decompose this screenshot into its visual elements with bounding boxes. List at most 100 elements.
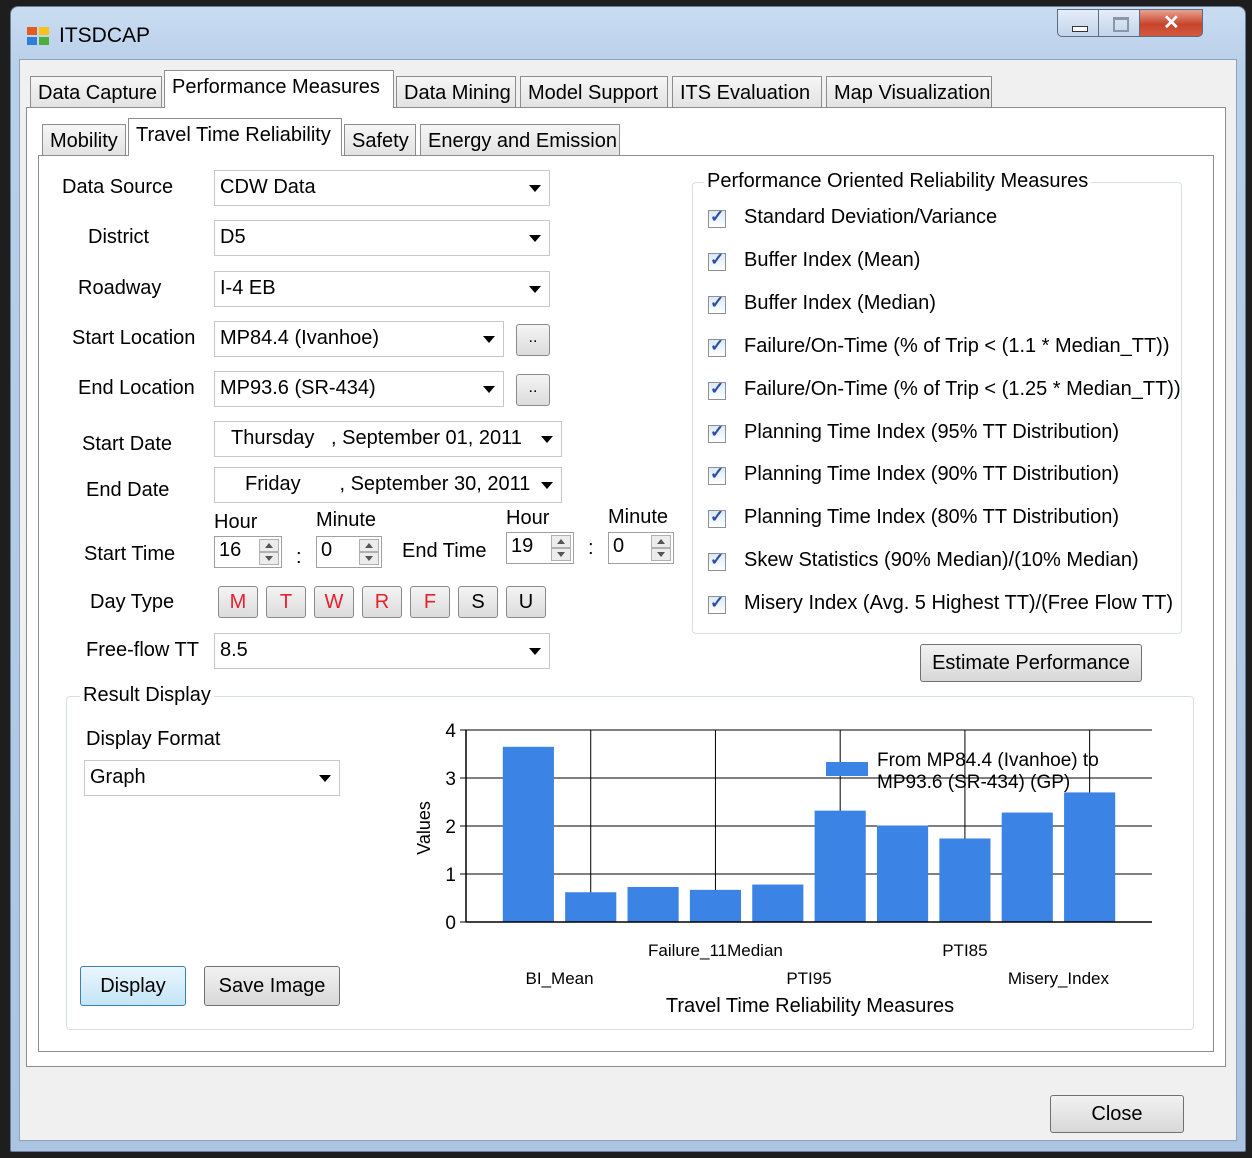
- data-source-select[interactable]: CDW Data: [214, 170, 550, 206]
- chart-bar: [1064, 792, 1116, 922]
- measure-label: Skew Statistics (90% Median)/(10% Median…: [744, 549, 1139, 571]
- roadway-select[interactable]: I-4 EB: [214, 271, 550, 307]
- day-thursday-button[interactable]: R: [362, 586, 402, 618]
- tab-performance-measures[interactable]: Performance Measures: [164, 70, 394, 108]
- close-window-button[interactable]: ✕: [1139, 9, 1203, 37]
- measure-label: Buffer Index (Mean): [744, 249, 921, 271]
- chevron-down-icon: [529, 286, 541, 293]
- day-sunday-button[interactable]: U: [506, 586, 546, 618]
- start-location-value: MP84.4 (Ivanhoe): [220, 327, 379, 349]
- maximize-button[interactable]: [1098, 9, 1140, 37]
- measure-label: Planning Time Index (95% TT Distribution…: [744, 421, 1119, 443]
- x-tick-label: Failure_11Median: [648, 941, 783, 960]
- district-label: District: [88, 226, 150, 248]
- end-hour-stepper[interactable]: 19: [506, 532, 574, 564]
- end-time-label: End Time: [402, 540, 487, 562]
- end-date-picker[interactable]: Friday , September 30, 2011: [214, 467, 562, 503]
- start-location-browse-button[interactable]: ..: [516, 324, 550, 356]
- start-location-select[interactable]: MP84.4 (Ivanhoe): [214, 321, 504, 357]
- end-minute-label: Minute: [608, 506, 669, 528]
- district-select[interactable]: D5: [214, 220, 550, 256]
- spin-down-icon[interactable]: [651, 548, 671, 561]
- checkbox-checked-icon[interactable]: [708, 507, 726, 528]
- tab-its-evaluation[interactable]: ITS Evaluation: [672, 76, 822, 108]
- day-saturday-button[interactable]: S: [458, 586, 498, 618]
- tab-map-visualization[interactable]: Map Visualization: [826, 76, 992, 108]
- checkbox-checked-icon[interactable]: [708, 336, 726, 357]
- measure-label: Failure/On-Time (% of Trip < (1.25 * Med…: [744, 378, 1181, 400]
- spin-up-icon[interactable]: [259, 539, 279, 552]
- tab-label: ITS Evaluation: [680, 82, 811, 104]
- chevron-down-icon: [529, 235, 541, 242]
- tab-label: Data Mining: [404, 82, 511, 104]
- spin-up-icon[interactable]: [359, 539, 379, 552]
- end-date-label: End Date: [86, 479, 170, 501]
- tab-mobility[interactable]: Mobility: [42, 124, 126, 156]
- minimize-icon: [1072, 26, 1088, 32]
- spin-up-icon[interactable]: [651, 535, 671, 548]
- tab-data-capture[interactable]: Data Capture: [30, 76, 162, 108]
- tab-travel-time-reliability[interactable]: Travel Time Reliability: [128, 118, 342, 156]
- time-separator: :: [588, 537, 594, 559]
- tab-label: Map Visualization: [834, 82, 991, 104]
- checkbox-checked-icon[interactable]: [708, 422, 726, 443]
- checkbox-checked-icon[interactable]: [708, 207, 726, 228]
- spin-down-icon[interactable]: [259, 552, 279, 565]
- roadway-value: I-4 EB: [220, 277, 276, 299]
- checkbox-checked-icon[interactable]: [708, 379, 726, 400]
- legend-line-2: MP93.6 (SR-434) (GP): [877, 772, 1070, 793]
- checkbox-checked-icon[interactable]: [708, 550, 726, 571]
- end-location-browse-button[interactable]: ..: [516, 374, 550, 406]
- start-time-label: Start Time: [84, 543, 176, 565]
- maximize-icon: [1113, 17, 1129, 32]
- tab-data-mining[interactable]: Data Mining: [396, 76, 516, 108]
- y-axis-title: Values: [414, 801, 434, 855]
- freeflow-value: 8.5: [220, 639, 248, 661]
- start-date-label: Start Date: [82, 433, 173, 455]
- start-hour-value: 16: [219, 539, 242, 561]
- x-tick-label: PTI85: [942, 941, 987, 960]
- start-hour-stepper[interactable]: 16: [214, 536, 282, 568]
- chart-bar: [627, 886, 679, 922]
- close-button[interactable]: Close: [1050, 1095, 1184, 1133]
- spin-up-icon[interactable]: [551, 535, 571, 548]
- minimize-button[interactable]: [1057, 9, 1099, 37]
- start-date-picker[interactable]: Thursday , September 01, 2011: [214, 421, 562, 457]
- x-axis-title: Travel Time Reliability Measures: [666, 995, 954, 1017]
- day-monday-button[interactable]: M: [218, 586, 258, 618]
- data-source-value: CDW Data: [220, 176, 316, 198]
- tab-label: Energy and Emission: [428, 130, 617, 152]
- chart-bar: [752, 884, 804, 922]
- y-tick-label: 3: [445, 769, 456, 790]
- start-minute-stepper[interactable]: 0: [316, 536, 382, 568]
- day-friday-button[interactable]: F: [410, 586, 450, 618]
- display-format-select[interactable]: Graph: [84, 760, 340, 796]
- chart-bar: [689, 889, 742, 922]
- measure-label: Misery Index (Avg. 5 Highest TT)/(Free F…: [744, 592, 1173, 614]
- end-location-select[interactable]: MP93.6 (SR-434): [214, 371, 504, 407]
- time-separator: :: [296, 546, 302, 568]
- checkbox-checked-icon[interactable]: [708, 593, 726, 614]
- checkbox-checked-icon[interactable]: [708, 464, 726, 485]
- display-button[interactable]: Display: [80, 966, 186, 1006]
- tab-energy-emission[interactable]: Energy and Emission: [420, 124, 620, 156]
- chart-bar: [565, 892, 617, 922]
- estimate-performance-button[interactable]: Estimate Performance: [920, 644, 1142, 682]
- freeflow-select[interactable]: 8.5: [214, 633, 550, 669]
- start-minute-value: 0: [321, 539, 333, 561]
- tab-safety[interactable]: Safety: [344, 124, 416, 156]
- chart-bar: [1001, 812, 1053, 922]
- end-minute-stepper[interactable]: 0: [608, 532, 674, 564]
- checkbox-checked-icon[interactable]: [708, 250, 726, 271]
- spin-down-icon[interactable]: [359, 552, 379, 565]
- start-location-label: Start Location: [72, 327, 196, 349]
- end-location-value: MP93.6 (SR-434): [220, 377, 376, 399]
- day-wednesday-button[interactable]: W: [314, 586, 354, 618]
- save-image-button[interactable]: Save Image: [204, 966, 340, 1006]
- freeflow-label: Free-flow TT: [86, 639, 199, 661]
- day-tuesday-button[interactable]: T: [266, 586, 306, 618]
- checkbox-checked-icon[interactable]: [708, 293, 726, 314]
- roadway-label: Roadway: [78, 277, 162, 299]
- spin-down-icon[interactable]: [551, 548, 571, 561]
- tab-model-support[interactable]: Model Support: [520, 76, 668, 108]
